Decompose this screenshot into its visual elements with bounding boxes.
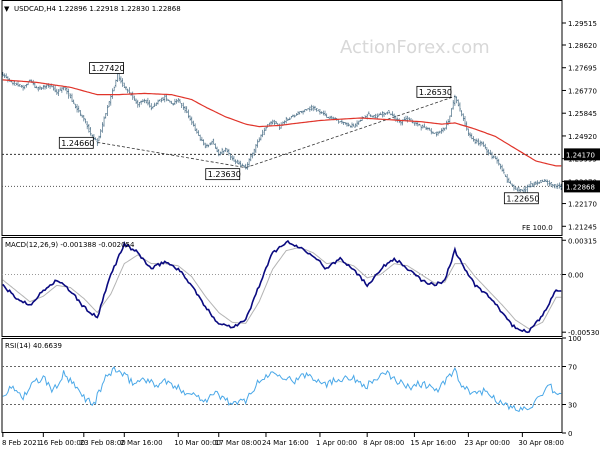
price-panel: ActionForex.com 1.29515 1.28620 1.27695 1.26… <box>1 0 600 236</box>
macd-label: MACD(12,26,9) -0.001388 -0.002054 <box>5 241 135 249</box>
rsi-tick-label: 30 <box>568 402 577 410</box>
macd-line <box>2 239 562 334</box>
macd-tick-label: 0.00 <box>568 272 584 280</box>
price-panel-frame <box>1 0 563 236</box>
time-tick-label: 8 Feb 2021 <box>2 439 41 447</box>
price-tick-label: 1.25845 <box>568 110 597 118</box>
price-label: 1.26530 <box>419 88 452 97</box>
macd-panel: 0.003150.00-0.005307MACD(12,26,9) -0.001… <box>1 237 600 337</box>
rsi-label: RSI(14) 40.6639 <box>5 342 62 350</box>
time-tick-label: 23 Apr 00:00 <box>464 439 510 447</box>
price-label: 1.27420 <box>92 64 125 73</box>
time-tick-label: 16 Feb 00:00 <box>39 439 85 447</box>
macd-tick-label: 0.00315 <box>568 237 597 245</box>
level-line-label: 1.24170 <box>566 151 595 159</box>
price-tick-label: 1.24920 <box>568 133 597 141</box>
price-label: 1.22650 <box>506 194 539 203</box>
price-tick-label: 1.28620 <box>568 42 597 50</box>
time-tick-label: 15 Apr 16:00 <box>410 439 456 447</box>
rsi-tick-label: 100 <box>568 335 581 343</box>
symbol-triangle-icon: ▼ <box>4 5 10 13</box>
time-tick-label: 24 Mar 16:00 <box>262 439 309 447</box>
time-tick-label: 1 Apr 00:00 <box>316 439 357 447</box>
rsi-tick-label: 0 <box>568 430 572 438</box>
time-axis: 8 Feb 202116 Feb 00:0023 Feb 08:002 Mar … <box>2 433 564 447</box>
time-tick-label: 8 Apr 08:00 <box>363 439 404 447</box>
time-tick-label: 30 Apr 08:00 <box>518 439 564 447</box>
price-label: 1.24660 <box>61 139 94 148</box>
time-tick-label: 2 Mar 16:00 <box>120 439 162 447</box>
macd-signal-line <box>2 246 562 330</box>
price-tick-label: 1.26770 <box>568 87 597 95</box>
price-label: 1.23630 <box>208 170 241 179</box>
time-tick-label: 23 Feb 08:00 <box>80 439 126 447</box>
price-tick-label: 1.27695 <box>568 65 597 73</box>
rsi-tick-label: 70 <box>568 364 577 372</box>
moving-average-line <box>2 79 562 167</box>
rsi-panel-frame <box>1 338 563 433</box>
time-tick-label: 17 Mar 08:00 <box>215 439 262 447</box>
chart-svg: ActionForex.com 1.29515 1.28620 1.27695 1.26… <box>1 0 600 447</box>
indicator-label: FE 100.0 <box>522 224 553 232</box>
last-price-label: 1.22868 <box>566 183 595 191</box>
symbol-header: USDCAD,H4 1.22896 1.22918 1.22830 1.2286… <box>14 5 181 13</box>
trend-line <box>245 95 456 169</box>
price-tick-label: 1.22170 <box>568 201 597 209</box>
watermark: ActionForex.com <box>340 37 490 58</box>
price-tick-label: 1.21245 <box>568 223 597 231</box>
trend-line <box>97 141 246 169</box>
price-tick-label: 1.29515 <box>568 20 597 28</box>
rsi-panel: 100 70 30 0 RSI(14) 40.6639 <box>1 335 581 438</box>
